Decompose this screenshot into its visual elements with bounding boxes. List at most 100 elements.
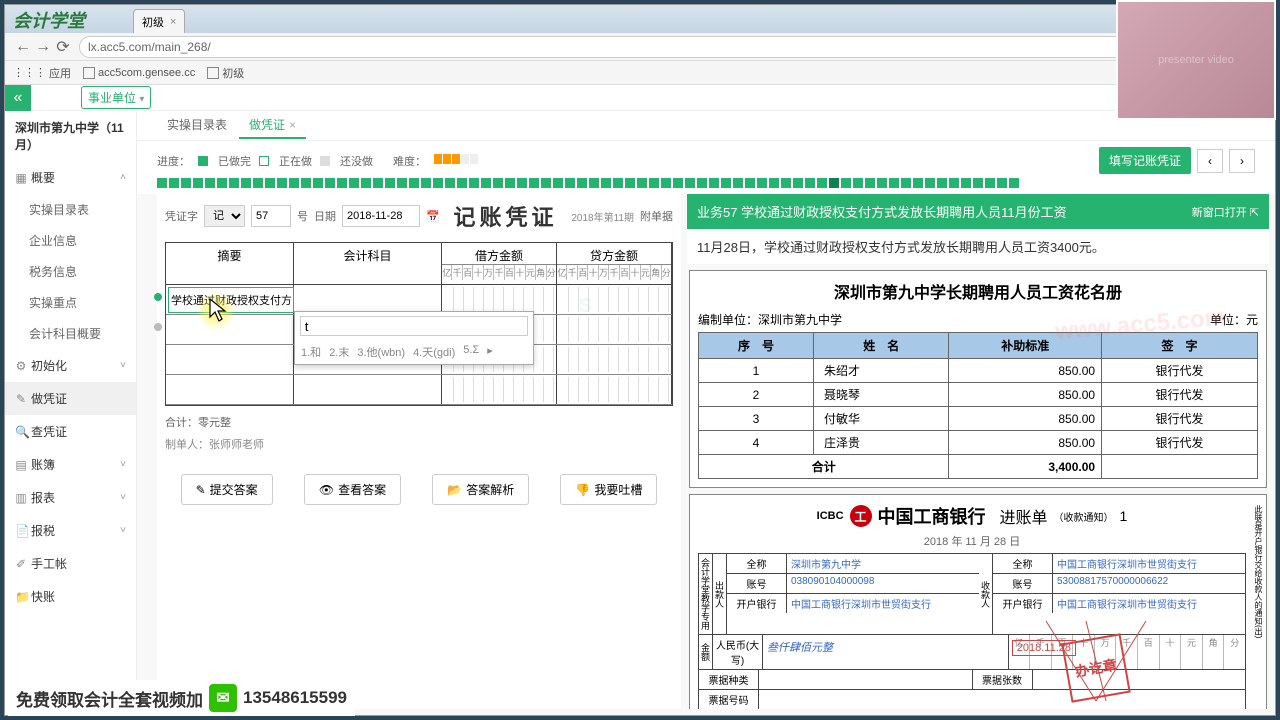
progress-cell[interactable] (841, 178, 851, 188)
voucher-date-input[interactable] (342, 205, 420, 227)
documents-scroll[interactable]: www.acc5.com 深圳市第九中学长期聘用人员工资花名册 编制单位：深圳市… (687, 264, 1269, 709)
voucher-no-input[interactable] (251, 205, 291, 227)
sidebar-item[interactable]: 实操目录表 (5, 194, 136, 225)
progress-cell[interactable] (565, 178, 575, 188)
voucher-row[interactable] (166, 375, 672, 405)
progress-cell[interactable] (433, 178, 443, 188)
progress-cell[interactable] (577, 178, 587, 188)
progress-cell[interactable] (229, 178, 239, 188)
progress-cell[interactable] (613, 178, 623, 188)
sidebar-section-manual[interactable]: ✐手工帐 (5, 547, 136, 580)
progress-cell[interactable] (889, 178, 899, 188)
prev-button[interactable]: ‹ (1197, 149, 1223, 173)
progress-cell[interactable] (589, 178, 599, 188)
progress-cell[interactable] (793, 178, 803, 188)
reload-icon[interactable]: ⟳ (53, 37, 73, 57)
progress-cell[interactable] (925, 178, 935, 188)
progress-cell[interactable] (769, 178, 779, 188)
progress-cell[interactable] (745, 178, 755, 188)
sidebar-section-report[interactable]: ▥报表˅ (5, 481, 136, 514)
subject-ime-dropdown[interactable]: 1.和 2.末 3.他(wbn) 4.天(gdi) 5.Σ ▸ (294, 311, 534, 365)
close-icon[interactable]: × (289, 118, 296, 132)
progress-cell[interactable] (277, 178, 287, 188)
progress-cell[interactable] (817, 178, 827, 188)
progress-cell[interactable] (505, 178, 515, 188)
progress-cell[interactable] (289, 178, 299, 188)
progress-cell[interactable] (169, 178, 179, 188)
close-icon[interactable]: × (170, 16, 176, 28)
progress-cell[interactable] (997, 178, 1007, 188)
progress-cell[interactable] (193, 178, 203, 188)
submit-button[interactable]: ✎提交答案 (181, 474, 273, 505)
progress-cell[interactable] (721, 178, 731, 188)
progress-cell[interactable] (829, 178, 839, 188)
analysis-button[interactable]: 📂答案解析 (432, 474, 529, 505)
fill-voucher-button[interactable]: 填写记账凭证 (1099, 147, 1191, 174)
progress-cell[interactable] (853, 178, 863, 188)
apps-button[interactable]: ⋮⋮⋮ 应用 (13, 65, 71, 81)
progress-cell[interactable] (637, 178, 647, 188)
progress-cell[interactable] (205, 178, 215, 188)
progress-cell[interactable] (601, 178, 611, 188)
progress-cell[interactable] (409, 178, 419, 188)
progress-cell[interactable] (781, 178, 791, 188)
progress-cell[interactable] (265, 178, 275, 188)
sidebar-section-overview[interactable]: ▦概要˄ (5, 161, 136, 194)
more-icon[interactable]: ▸ (487, 344, 493, 360)
tab-voucher[interactable]: 做凭证× (239, 112, 306, 139)
progress-cell[interactable] (901, 178, 911, 188)
ime-candidates[interactable]: 1.和 2.末 3.他(wbn) 4.天(gdi) 5.Σ ▸ (295, 340, 533, 364)
sidebar-item[interactable]: 税务信息 (5, 256, 136, 287)
progress-grid[interactable] (137, 176, 1275, 194)
sidebar-item[interactable]: 企业信息 (5, 225, 136, 256)
url-input[interactable] (79, 36, 1261, 58)
progress-cell[interactable] (397, 178, 407, 188)
progress-cell[interactable] (805, 178, 815, 188)
progress-cell[interactable] (625, 178, 635, 188)
summary-input[interactable] (168, 287, 294, 313)
progress-cell[interactable] (685, 178, 695, 188)
progress-cell[interactable] (349, 178, 359, 188)
back-icon[interactable]: ← (13, 38, 33, 56)
progress-cell[interactable] (709, 178, 719, 188)
browser-tab[interactable]: 初级 × (133, 9, 185, 33)
voucher-row[interactable]: 1.和 2.末 3.他(wbn) 4.天(gdi) 5.Σ ▸ S (166, 285, 672, 315)
forward-icon[interactable]: → (33, 38, 53, 56)
progress-cell[interactable] (673, 178, 683, 188)
progress-cell[interactable] (157, 178, 167, 188)
progress-cell[interactable] (337, 178, 347, 188)
progress-cell[interactable] (301, 178, 311, 188)
sidebar-item[interactable]: 实操重点 (5, 287, 136, 318)
progress-cell[interactable] (373, 178, 383, 188)
progress-cell[interactable] (457, 178, 467, 188)
open-new-window-button[interactable]: 新窗口打开 ⇱ (1192, 204, 1259, 220)
sidebar-section-quick[interactable]: 📁快账 (5, 580, 136, 613)
bookmark-item[interactable]: 初级 (207, 65, 244, 81)
bookmark-item[interactable]: acc5com.gensee.cc (83, 67, 195, 79)
progress-cell[interactable] (241, 178, 251, 188)
progress-cell[interactable] (913, 178, 923, 188)
progress-cell[interactable] (877, 178, 887, 188)
progress-cell[interactable] (385, 178, 395, 188)
sidebar-section-voucher[interactable]: ✎做凭证 (5, 382, 136, 415)
sidebar-section-tax[interactable]: 📄报税˅ (5, 514, 136, 547)
progress-cell[interactable] (517, 178, 527, 188)
progress-cell[interactable] (181, 178, 191, 188)
sidebar-section-init[interactable]: ⚙初始化˅ (5, 349, 136, 382)
progress-cell[interactable] (961, 178, 971, 188)
progress-cell[interactable] (865, 178, 875, 188)
progress-cell[interactable] (949, 178, 959, 188)
progress-cell[interactable] (553, 178, 563, 188)
sidebar-section-search[interactable]: 🔍查凭证 (5, 415, 136, 448)
progress-cell[interactable] (937, 178, 947, 188)
next-button[interactable]: › (1229, 149, 1255, 173)
sidebar-collapse-button[interactable]: « (5, 85, 31, 111)
progress-cell[interactable] (529, 178, 539, 188)
progress-cell[interactable] (313, 178, 323, 188)
calendar-icon[interactable]: 📅 (426, 210, 440, 223)
progress-cell[interactable] (697, 178, 707, 188)
progress-cell[interactable] (217, 178, 227, 188)
progress-cell[interactable] (361, 178, 371, 188)
tab-catalog[interactable]: 实操目录表 (157, 112, 237, 139)
progress-cell[interactable] (757, 178, 767, 188)
